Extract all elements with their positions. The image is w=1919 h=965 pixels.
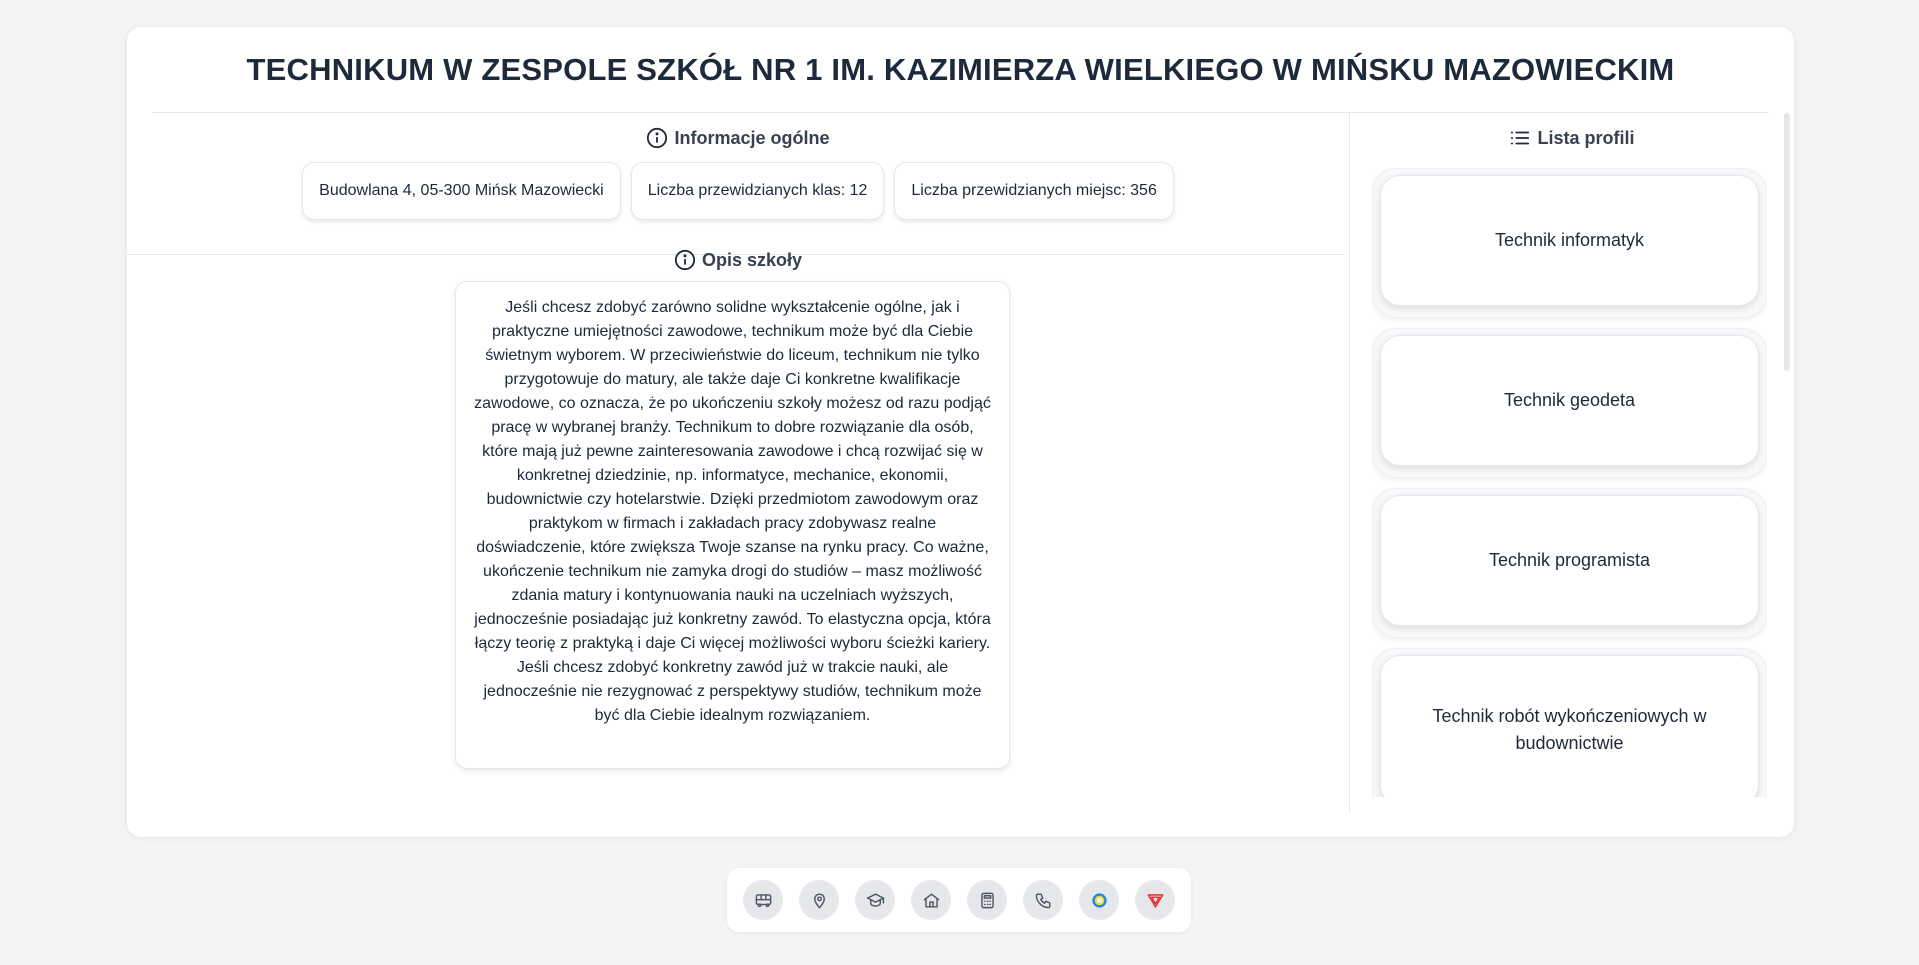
profile-name[interactable]: Technik programista [1380, 495, 1759, 626]
seats-count-pill: Liczba przewidzianych miejsc: 356 [894, 162, 1174, 220]
home-icon[interactable] [911, 880, 951, 920]
profile-card[interactable]: Technik robót wykończeniowych w budownic… [1372, 648, 1767, 797]
profile-card[interactable]: Technik geodeta [1372, 328, 1767, 478]
general-info-heading: Informacje ogólne [127, 127, 1349, 149]
info-icon [674, 249, 696, 271]
classes-count-pill: Liczba przewidzianych klas: 12 [630, 162, 885, 220]
profile-card[interactable]: Technik informatyk [1372, 168, 1767, 318]
profiles-heading: Lista profili [1350, 127, 1794, 149]
circle-logo-icon[interactable] [1079, 880, 1119, 920]
school-description: Jeśli chcesz zdobyć zarówno solidne wyks… [455, 281, 1010, 769]
general-info-pane: Informacje ogólne Budowlana 4, 05-300 Mi… [127, 113, 1349, 813]
list-icon [1509, 127, 1531, 149]
info-icon [646, 127, 668, 149]
graduation-cap-icon[interactable] [855, 880, 895, 920]
shield-logo-icon[interactable] [1135, 880, 1175, 920]
profiles-pane: Lista profili Technik informatyk Technik… [1349, 113, 1794, 813]
description-heading: Opis szkoły [127, 249, 1349, 271]
general-info-heading-label: Informacje ogólne [674, 127, 830, 148]
address-pill: Budowlana 4, 05-300 Mińsk Mazowiecki [302, 162, 621, 220]
phone-icon[interactable] [1023, 880, 1063, 920]
bus-icon[interactable] [743, 880, 783, 920]
profile-name[interactable]: Technik robót wykończeniowych w budownic… [1380, 655, 1759, 797]
profiles-heading-label: Lista profili [1537, 127, 1635, 148]
profile-card[interactable]: Technik programista [1372, 488, 1767, 638]
calculator-icon[interactable] [967, 880, 1007, 920]
school-card: TECHNIKUM W ZESPOLE SZKÓŁ NR 1 IM. KAZIM… [127, 27, 1794, 837]
general-info-pills: Budowlana 4, 05-300 Mińsk Mazowiecki Lic… [127, 162, 1349, 220]
bottom-toolbar [727, 868, 1191, 932]
profiles-scrollbar[interactable] [1784, 113, 1790, 371]
profiles-list[interactable]: Technik informatyk Technik geodeta Techn… [1372, 168, 1767, 797]
description-heading-label: Opis szkoły [701, 249, 803, 270]
map-pin-icon[interactable] [799, 880, 839, 920]
profile-name[interactable]: Technik informatyk [1380, 175, 1759, 306]
profile-name[interactable]: Technik geodeta [1380, 335, 1759, 466]
page-title: TECHNIKUM W ZESPOLE SZKÓŁ NR 1 IM. KAZIM… [152, 27, 1769, 113]
